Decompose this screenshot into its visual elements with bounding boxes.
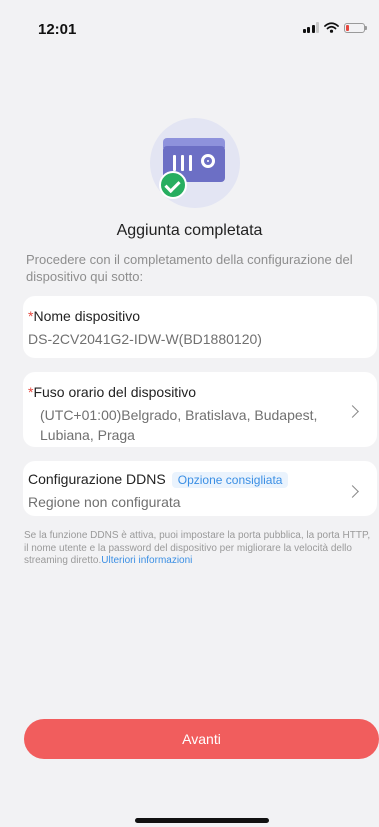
device-name-label: *Nome dispositivo bbox=[28, 308, 141, 324]
timezone-value: (UTC+01:00)Belgrado, Bratislava, Budapes… bbox=[40, 407, 318, 443]
battery-icon bbox=[344, 22, 367, 33]
wifi-icon bbox=[324, 22, 339, 33]
chevron-right-icon bbox=[346, 405, 359, 418]
device-name-field[interactable]: *Nome dispositivo DS-2CV2041G2-IDW-W(BD1… bbox=[23, 296, 377, 358]
ddns-value: Regione non configurata bbox=[28, 494, 181, 510]
ddns-config-field[interactable]: Configurazione DDNS Opzione consigliata R… bbox=[23, 461, 377, 516]
checkmark-icon bbox=[159, 171, 187, 199]
home-indicator bbox=[135, 818, 269, 823]
status-icons bbox=[302, 22, 367, 33]
device-illustration bbox=[150, 118, 240, 208]
page-title: Aggiunta completata bbox=[116, 222, 263, 239]
instructions-text: Procedere con il completamento della con… bbox=[26, 252, 353, 284]
device-name-value: DS-2CV2041G2-IDW-W(BD1880120) bbox=[28, 331, 262, 347]
battery-level bbox=[346, 24, 349, 31]
next-button[interactable]: Avanti bbox=[24, 719, 379, 759]
ddns-label: Configurazione DDNS bbox=[28, 471, 166, 487]
footnote-text: Se la funzione DDNS è attiva, puoi impos… bbox=[24, 530, 371, 566]
ddns-footnote: Se la funzione DDNS è attiva, puoi impos… bbox=[24, 530, 376, 568]
recommended-badge: Opzione consigliata bbox=[171, 472, 289, 488]
signal-icon bbox=[302, 22, 319, 33]
status-bar: 12:01 bbox=[0, 0, 379, 56]
lens-icon bbox=[201, 154, 215, 168]
timezone-field[interactable]: *Fuso orario del dispositivo (UTC+01:00)… bbox=[23, 372, 377, 447]
more-info-link[interactable]: Ulteriori informazioni bbox=[101, 555, 192, 566]
status-time: 12:01 bbox=[38, 21, 77, 38]
ddns-label-row: Configurazione DDNS Opzione consigliata bbox=[28, 471, 377, 488]
timezone-label: *Fuso orario del dispositivo bbox=[28, 384, 197, 400]
